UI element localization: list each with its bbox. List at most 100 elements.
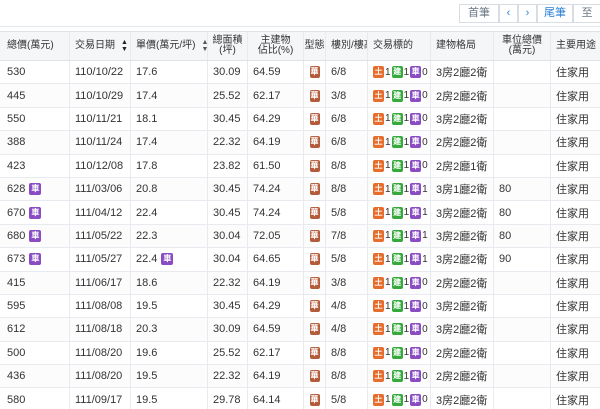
cell-main-ratio: 61.50 bbox=[248, 154, 304, 177]
building-icon: 建 bbox=[391, 323, 403, 336]
table-row[interactable]: 436 111/08/20 19.5 22.32 64.19 華 8/8 土 1 建 1 車 0 2房2廳… bbox=[0, 365, 600, 389]
cell-total-area: 25.52 bbox=[208, 84, 248, 107]
table-row[interactable]: 670 車 111/04/12 22.4 30.45 74.24 華 5/8 土 1 建 1 車 1 3房2… bbox=[0, 201, 600, 225]
cell-floor: 8/8 bbox=[326, 341, 368, 365]
cell-unit-price: 17.6 bbox=[131, 61, 208, 84]
cell-floor: 3/8 bbox=[326, 84, 368, 107]
car-icon: 車 bbox=[29, 229, 42, 242]
cell-main-ratio: 72.05 bbox=[248, 224, 304, 248]
cell-trade-date: 111/05/22 bbox=[70, 224, 131, 248]
goto-page-button[interactable]: 至 bbox=[573, 4, 600, 23]
cell-unit-price: 22.3 bbox=[131, 224, 208, 248]
header-floor[interactable]: 樓別/樓高 bbox=[326, 32, 368, 60]
cell-target: 土1建1車0 bbox=[368, 294, 431, 318]
sort-icon[interactable]: ▲ ▼ bbox=[121, 39, 128, 53]
cell-usage: 住家用 bbox=[556, 301, 589, 314]
building-type-icon: 華 bbox=[309, 276, 320, 289]
chevron-right-icon[interactable]: › bbox=[518, 4, 537, 23]
table-row[interactable]: 388 110/11/24 17.4 22.32 64.19 華 6/8 土 1 建 1 車 0 2房2廳… bbox=[0, 131, 600, 155]
car-icon: 車 bbox=[29, 183, 42, 196]
building-type-icon: 華 bbox=[309, 229, 320, 242]
cell-target: 土1建1車1 bbox=[368, 177, 431, 201]
cell-layout: 3房2廳2衛 bbox=[431, 318, 494, 341]
cell-main-ratio: 64.65 bbox=[248, 248, 304, 271]
table-row[interactable]: 423 110/12/08 17.8 23.82 61.50 華 8/8 土 1 建 1 車 0 2房2廳… bbox=[0, 154, 600, 178]
table-row[interactable]: 595 111/08/08 19.5 30.45 64.29 華 4/8 土 1 建 1 車 0 3房2廳… bbox=[0, 294, 600, 319]
building-icon: 建 bbox=[391, 112, 403, 125]
cell-floor: 7/8 bbox=[326, 224, 368, 248]
cell-usage: 住家用 bbox=[556, 277, 589, 290]
header-total-price[interactable]: 總價(萬元) bbox=[2, 32, 70, 60]
land-icon: 土 bbox=[373, 346, 384, 359]
table-row[interactable]: 673 車 111/05/27 22.4 車 30.04 64.65 華 5/8 土 1 建 1 車 1 3房… bbox=[0, 248, 600, 272]
last-page-button[interactable]: 尾筆 bbox=[537, 4, 573, 23]
table-row[interactable]: 680 車 111/05/22 22.3 30.04 72.05 華 7/8 土 1 建 1 車 1 3房2… bbox=[0, 224, 600, 249]
cell-total-area: 30.04 bbox=[208, 224, 248, 248]
cell-type: 華 bbox=[304, 248, 326, 271]
cell-total-price: 423 bbox=[2, 154, 70, 177]
header-target[interactable]: 交易標的 bbox=[368, 32, 431, 60]
car-icon: 車 bbox=[410, 183, 422, 196]
cell-main-ratio: 74.24 bbox=[248, 201, 304, 224]
cell-layout: 2房2廳2衛 bbox=[431, 84, 494, 107]
table-row[interactable]: 612 111/08/18 20.3 30.09 64.59 華 4/8 土 1 建 1 車 0 3房2廳… bbox=[0, 318, 600, 342]
cell-floor: 6/8 bbox=[326, 107, 368, 131]
cell-layout: 3房2廳2衛 bbox=[431, 294, 494, 318]
cell-parking-price bbox=[494, 131, 551, 154]
header-total-area[interactable]: 總面積 (坪) bbox=[208, 32, 248, 60]
cell-total-area: 30.45 bbox=[208, 201, 248, 224]
cell-trade-date: 111/08/20 bbox=[70, 341, 131, 365]
table-row[interactable]: 500 111/08/20 19.6 25.52 62.17 華 8/8 土 1 建 1 車 0 2房2廳… bbox=[0, 341, 600, 366]
cell-parking-price bbox=[494, 107, 551, 131]
cell-target: 土1建1車1 bbox=[368, 201, 431, 224]
land-icon: 土 bbox=[373, 136, 384, 149]
cell-usage: 住家用 bbox=[556, 230, 589, 243]
table-row[interactable]: 550 110/11/21 18.1 30.45 64.29 華 6/8 土 1 建 1 車 0 3房2廳… bbox=[0, 107, 600, 132]
cell-target: 土1建1車0 bbox=[368, 107, 431, 131]
building-icon: 建 bbox=[391, 393, 403, 406]
cell-layout: 3房2廳2衛 bbox=[431, 224, 494, 248]
cell-usage: 住家用 bbox=[556, 184, 589, 197]
cell-target: 土1建1車0 bbox=[368, 388, 431, 409]
cell-type: 華 bbox=[304, 341, 326, 365]
table-row[interactable]: 580 111/09/17 19.5 29.78 64.14 華 5/8 土 1 建 1 車 0 3房2廳… bbox=[0, 388, 600, 409]
cell-unit-price: 17.8 bbox=[131, 154, 208, 177]
building-icon: 建 bbox=[391, 253, 403, 266]
header-layout[interactable]: 建物格局 bbox=[431, 32, 494, 60]
cell-unit-price: 19.5 bbox=[131, 388, 208, 409]
land-icon: 土 bbox=[373, 370, 384, 383]
header-trade-date[interactable]: 交易日期 ▲ ▼ bbox=[70, 32, 131, 60]
cell-floor: 5/8 bbox=[326, 248, 368, 271]
land-icon: 土 bbox=[373, 206, 384, 219]
header-usage[interactable]: 主要用途 bbox=[551, 32, 600, 60]
table-row[interactable]: 628 車 111/03/06 20.8 30.45 74.24 華 8/8 土 1 建 1 車 1 3房1… bbox=[0, 177, 600, 202]
car-icon: 車 bbox=[410, 393, 422, 406]
land-icon: 土 bbox=[373, 183, 384, 196]
cell-total-price: 595 bbox=[2, 294, 70, 318]
header-unit-price[interactable]: 單價(萬元/坪) ▲ ▼ bbox=[131, 32, 208, 60]
chevron-left-icon[interactable]: ‹ bbox=[499, 4, 518, 23]
first-page-button[interactable]: 首筆 bbox=[459, 4, 499, 23]
cell-layout: 3房2廳2衛 bbox=[431, 201, 494, 224]
cell-trade-date: 111/06/17 bbox=[70, 271, 131, 294]
table-row[interactable]: 415 111/06/17 18.6 22.32 64.19 華 3/8 土 1 建 1 車 0 2房2廳… bbox=[0, 271, 600, 295]
header-parking-price[interactable]: 車位總價 (萬元) bbox=[494, 32, 551, 60]
table-row[interactable]: 530 110/10/22 17.6 30.09 64.59 華 6/8 土 1 建 1 車 0 3房2廳… bbox=[0, 61, 600, 85]
building-type-icon: 華 bbox=[309, 370, 320, 383]
car-icon: 車 bbox=[410, 206, 422, 219]
cell-trade-date: 110/10/22 bbox=[70, 61, 131, 84]
cell-total-area: 22.32 bbox=[208, 271, 248, 294]
cell-layout: 3房2廳2衛 bbox=[431, 248, 494, 271]
cell-floor: 4/8 bbox=[326, 318, 368, 341]
cell-unit-price: 19.5 bbox=[131, 365, 208, 388]
header-type[interactable]: 型態 bbox=[304, 32, 326, 60]
car-icon: 車 bbox=[29, 206, 42, 219]
cell-total-area: 30.04 bbox=[208, 248, 248, 271]
building-type-icon: 華 bbox=[309, 323, 320, 336]
cell-target: 土1建1車0 bbox=[368, 131, 431, 154]
cell-unit-price: 17.4 bbox=[131, 84, 208, 107]
cell-trade-date: 111/03/06 bbox=[70, 177, 131, 201]
table-row[interactable]: 445 110/10/29 17.4 25.52 62.17 華 3/8 土 1 建 1 車 0 2房2廳… bbox=[0, 84, 600, 108]
header-main-ratio[interactable]: 主建物 佔比(%) bbox=[248, 32, 304, 60]
cell-main-ratio: 64.19 bbox=[248, 271, 304, 294]
